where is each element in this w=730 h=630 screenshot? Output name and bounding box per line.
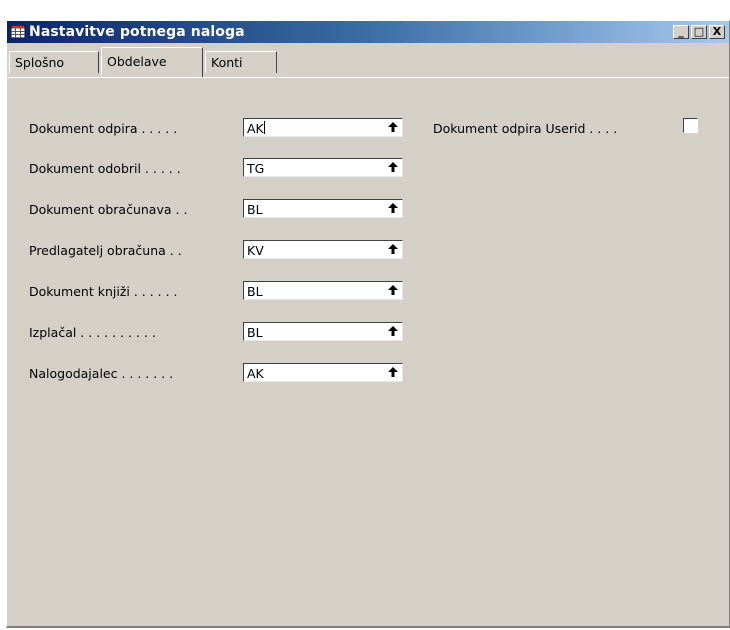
field-value: TG [247,161,265,176]
maximize-button[interactable]: □ [691,25,707,39]
field-label: Nalogodajalec . . . . . . . [29,366,174,381]
userid-checkbox-label: Dokument odpira Userid . . . . [433,121,618,136]
window-title: Nastavitve potnega naloga [29,24,245,40]
minimize-button[interactable]: _ [673,25,689,39]
arrow-up-icon[interactable] [387,121,399,133]
field-label: Izplačal . . . . . . . . . . [29,325,156,340]
arrow-up-icon[interactable] [387,161,399,173]
field-label: Dokument obračunava . . [29,202,188,217]
arrow-up-icon[interactable] [387,202,399,214]
close-button[interactable]: X [709,25,725,39]
tab-splosno[interactable]: Splošno [9,51,99,73]
tab-konti[interactable]: Konti [205,51,277,73]
userid-checkbox[interactable] [683,118,698,133]
text-caret [264,121,265,134]
field-value: BL [247,202,263,217]
field-label: Dokument odobril . . . . . [29,161,181,176]
title-bar[interactable]: Nastavitve potnega naloga _ □ X [7,21,729,43]
settings-window: Nastavitve potnega naloga _ □ X Splošno … [6,20,730,628]
field-label: Dokument knjiži . . . . . . [29,284,178,299]
tab-obdelave[interactable]: Obdelave [101,47,203,77]
tab-strip: Splošno Obdelave Konti [7,47,729,77]
field-value: AK [247,366,264,381]
table-icon [11,25,25,38]
arrow-up-icon[interactable] [387,366,399,378]
predlagatelj-obracuna-input[interactable]: KV [243,240,403,259]
field-label: Predlagatelj obračuna . . [29,243,182,258]
nalogodajalec-input[interactable]: AK [243,363,403,382]
dokument-odobril-input[interactable]: TG [243,158,403,177]
tab-divider [7,77,729,78]
field-label: Dokument odpira . . . . . [29,121,178,136]
field-value: KV [247,243,264,258]
arrow-up-icon[interactable] [387,325,399,337]
field-value: BL [247,284,263,299]
field-value: AK [247,121,264,136]
arrow-up-icon[interactable] [387,243,399,255]
field-value: BL [247,325,263,340]
dokument-knjizi-input[interactable]: BL [243,281,403,300]
dokument-obracunava-input[interactable]: BL [243,199,403,218]
dokument-odpira-input[interactable]: AK [243,118,403,137]
arrow-up-icon[interactable] [387,284,399,296]
izplacal-input[interactable]: BL [243,322,403,341]
